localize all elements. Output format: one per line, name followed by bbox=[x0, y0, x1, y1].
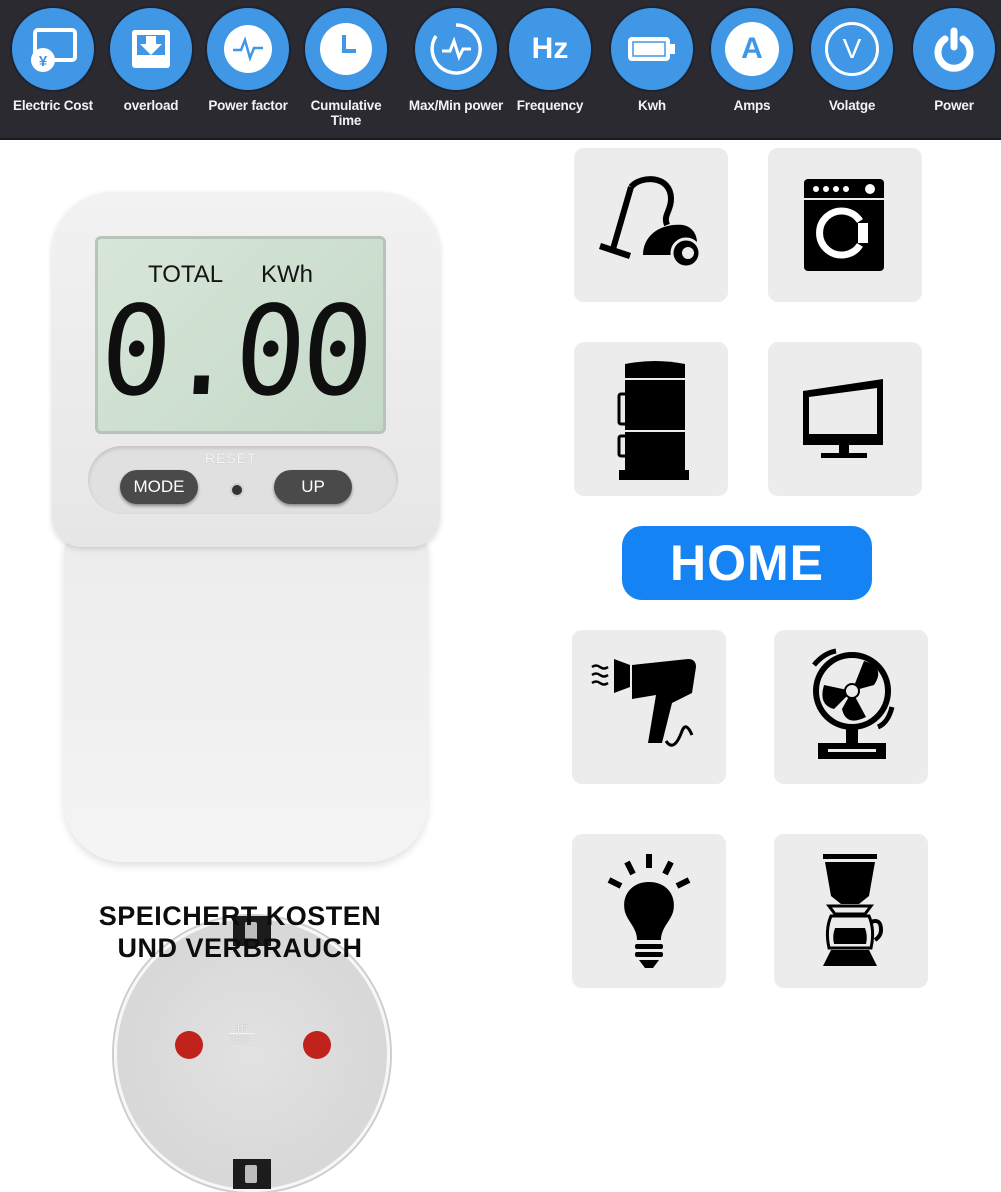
socket-hole-left bbox=[175, 1031, 203, 1059]
tile-fan bbox=[774, 630, 928, 784]
feature-electric-cost: ¥ Electric Cost bbox=[3, 6, 103, 113]
tile-coffee-maker bbox=[774, 834, 928, 988]
up-button[interactable]: UP bbox=[274, 470, 352, 504]
amps-glyph: A bbox=[741, 32, 763, 65]
feature-label: Power bbox=[934, 98, 974, 113]
power-factor-icon bbox=[224, 25, 272, 73]
feature-label: Frequency bbox=[516, 98, 584, 113]
mode-button[interactable]: MODE bbox=[120, 470, 198, 504]
feature-label: Electric Cost bbox=[13, 98, 93, 113]
slogan-line-2: UND VERBRAUCH bbox=[117, 933, 363, 963]
tile-hair-dryer bbox=[572, 630, 726, 784]
feature-frequency: Hz Frequency bbox=[500, 6, 600, 113]
tile-vacuum-cleaner bbox=[574, 148, 728, 302]
feature-overload: overload bbox=[101, 6, 201, 113]
refrigerator-icon bbox=[617, 361, 689, 480]
earth-clip-bottom bbox=[233, 1159, 271, 1189]
rating-volts: 250~ bbox=[229, 1034, 254, 1046]
feature-power: Power bbox=[904, 6, 1001, 113]
button-panel: RESET MODE UP bbox=[88, 446, 398, 514]
reset-label: RESET bbox=[205, 450, 257, 466]
clock-icon bbox=[320, 23, 372, 75]
overload-icon bbox=[132, 30, 170, 68]
home-badge: HOME bbox=[622, 526, 872, 600]
hair-dryer-icon bbox=[591, 659, 696, 747]
feature-label: Amps bbox=[733, 98, 771, 113]
reset-button[interactable] bbox=[230, 483, 244, 497]
washing-machine-icon bbox=[804, 179, 884, 271]
battery-icon bbox=[628, 37, 675, 61]
television-icon bbox=[803, 379, 883, 458]
energy-meter-device: 16 250~ TOTAL KWh 0.00 RESET MODE UP bbox=[52, 192, 440, 1192]
feature-label: Cumulative Time bbox=[310, 98, 382, 128]
feature-kwh: Kwh bbox=[602, 6, 702, 113]
tile-light-bulb bbox=[572, 834, 726, 988]
tile-refrigerator bbox=[574, 342, 728, 496]
max-min-power-icon bbox=[430, 23, 482, 75]
amps-icon: A bbox=[725, 22, 779, 76]
rating-amps: 16 bbox=[229, 1021, 254, 1034]
hz-icon: Hz bbox=[531, 32, 569, 65]
light-bulb-icon bbox=[607, 854, 691, 968]
power-icon bbox=[934, 27, 974, 72]
socket-hole-right bbox=[303, 1031, 331, 1059]
feature-amps: A Amps bbox=[702, 6, 802, 113]
feature-label: Volatge bbox=[828, 98, 876, 113]
feature-max-min-power: Max/Min power bbox=[406, 6, 506, 113]
device-display-housing: TOTAL KWh 0.00 RESET MODE UP bbox=[52, 192, 440, 547]
tile-television bbox=[768, 342, 922, 496]
feature-label: Kwh bbox=[638, 98, 666, 113]
fan-icon bbox=[812, 648, 895, 759]
feature-cumulative-time: Cumulative Time bbox=[296, 6, 396, 128]
feature-voltage: V Volatge bbox=[802, 6, 902, 113]
voltage-glyph: V bbox=[842, 33, 862, 64]
socket-rating: 16 250~ bbox=[229, 1021, 254, 1046]
feature-power-factor: Power factor bbox=[198, 6, 298, 113]
slogan-line-1: SPEICHERT KOSTEN bbox=[98, 901, 382, 931]
vacuum-cleaner-icon bbox=[599, 176, 702, 269]
feature-label: overload bbox=[123, 98, 179, 113]
voltage-icon: V bbox=[825, 22, 879, 76]
tile-washing-machine bbox=[768, 148, 922, 302]
feature-label: Max/Min power bbox=[408, 98, 504, 113]
device-socket-housing: 16 250~ bbox=[64, 532, 428, 1192]
feature-label: Power factor bbox=[208, 98, 288, 113]
lcd-value: 0.00 bbox=[96, 278, 374, 424]
lcd-display: TOTAL KWh 0.00 bbox=[95, 236, 386, 434]
feature-bar: ¥ Electric Cost overload Power factor Cu… bbox=[0, 0, 1001, 140]
coffee-maker-icon bbox=[823, 854, 884, 966]
slogan: SPEICHERT KOSTEN UND VERBRAUCH bbox=[40, 900, 440, 964]
svg-text:¥: ¥ bbox=[39, 53, 48, 70]
electric-cost-icon: ¥ bbox=[31, 28, 77, 72]
